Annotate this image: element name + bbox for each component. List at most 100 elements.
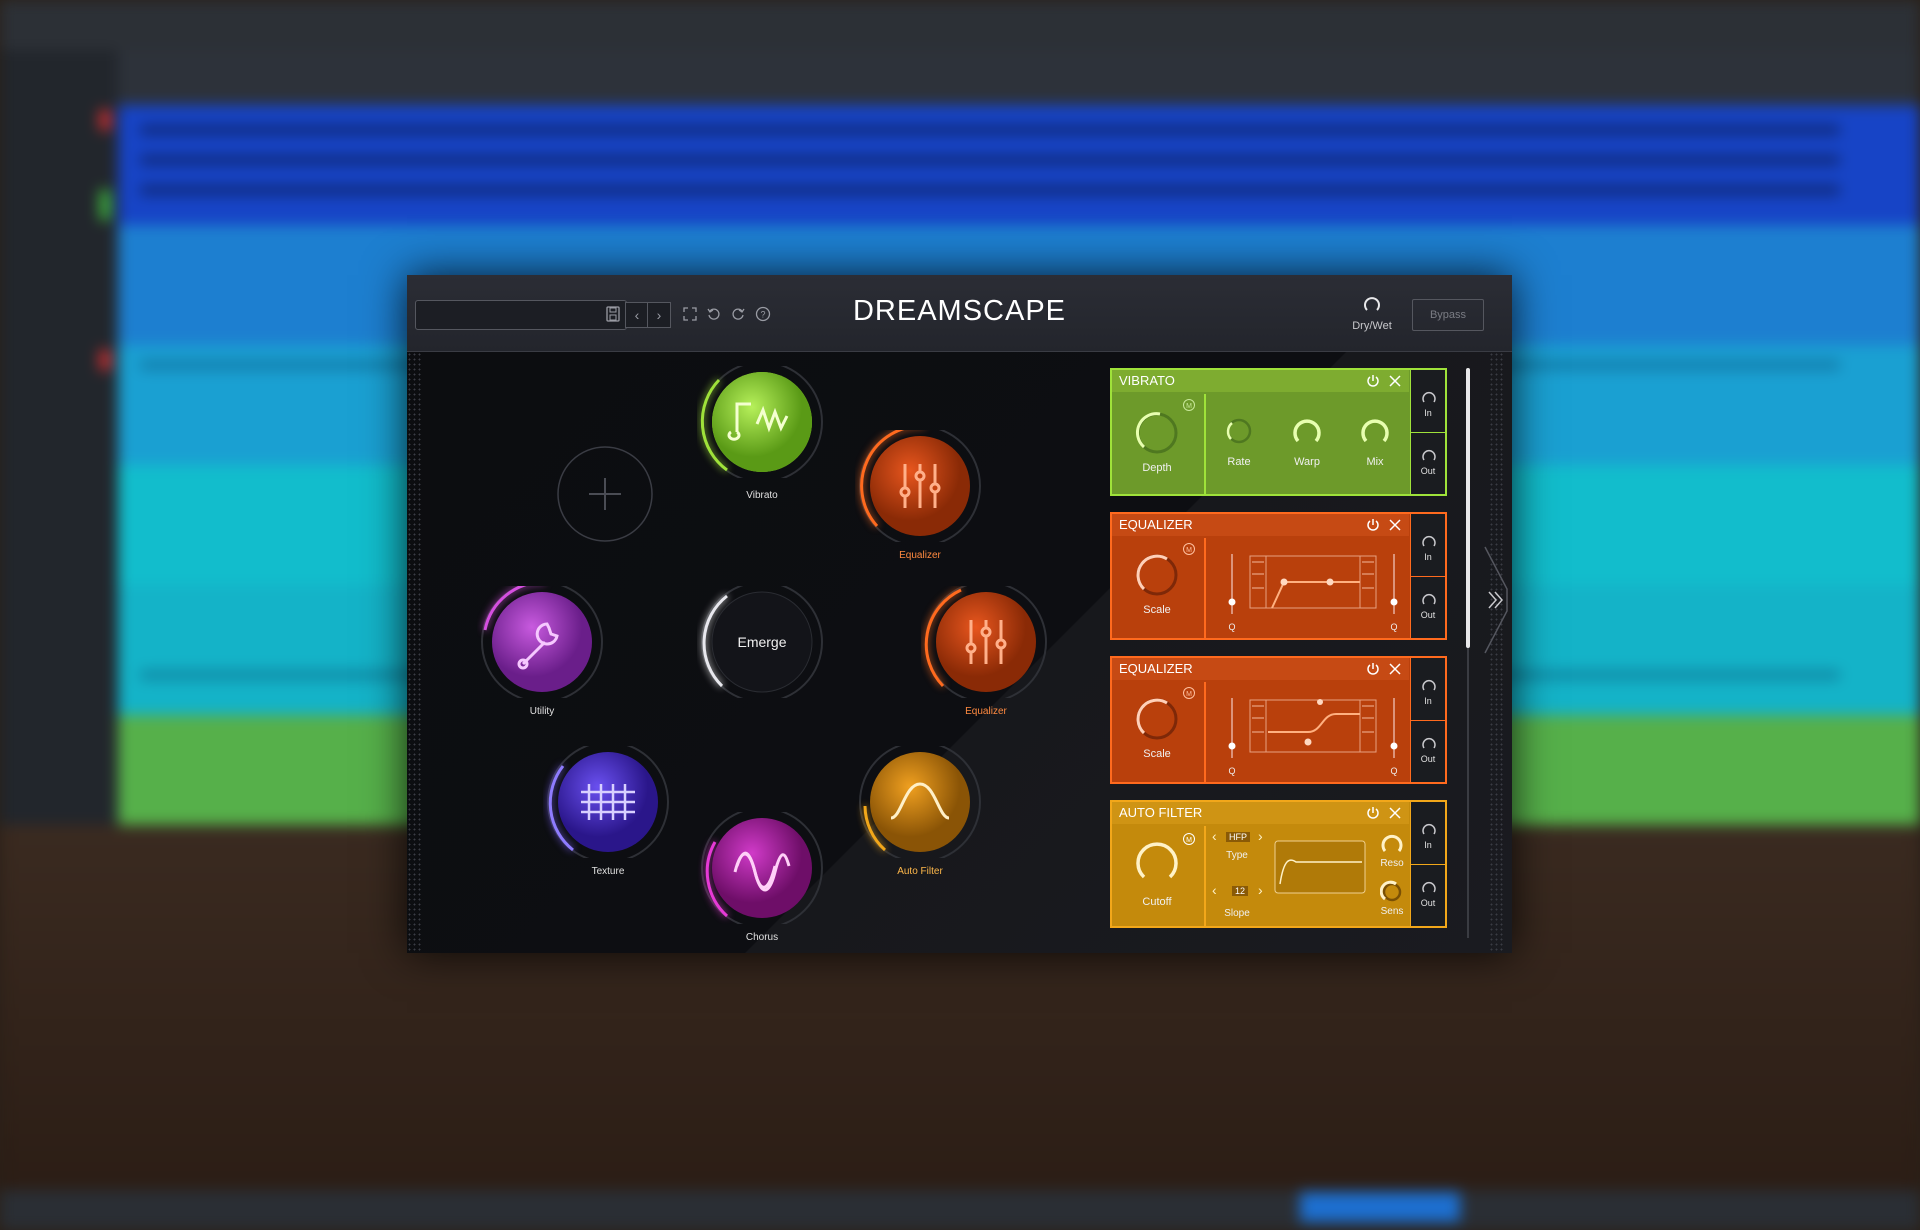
panel-io-vibrato: In Out	[1410, 370, 1445, 494]
eq-curve-display[interactable]	[1212, 688, 1412, 776]
slope-value: 12	[1232, 886, 1249, 896]
dreamscape-plugin-window: ‹ › ? DREAMSCAPE Dry/Wet Bypass Vibrato …	[407, 275, 1512, 953]
add-module-button[interactable]	[557, 446, 653, 542]
output-gain-knob[interactable]	[1421, 880, 1437, 896]
in-label: In	[1424, 408, 1432, 418]
output-gain-knob[interactable]	[1421, 448, 1437, 464]
depth-knob[interactable]	[1132, 408, 1182, 458]
knob-label-scale: Scale	[1143, 748, 1171, 760]
scale-knob[interactable]	[1132, 694, 1182, 744]
input-gain-knob[interactable]	[1421, 390, 1437, 406]
panel-auto-filter: AUTO FILTER Cutoff M ‹ HFP › Type ‹ 12 ›…	[1110, 800, 1447, 928]
out-label: Out	[1420, 754, 1436, 764]
q-label-left: Q	[1228, 622, 1236, 632]
eq-curve-display[interactable]	[1212, 544, 1412, 632]
toolbar: ‹ › ? DREAMSCAPE Dry/Wet Bypass	[407, 275, 1512, 352]
panel-header-auto-filter: AUTO FILTER	[1112, 802, 1409, 824]
panel-vibrato: VIBRATO Depth M Rate Warp Mix In Out	[1110, 368, 1447, 496]
sens-knob[interactable]	[1380, 880, 1404, 904]
out-label: Out	[1420, 610, 1436, 620]
panel-body-auto-filter: Cutoff M ‹ HFP › Type ‹ 12 › Slope Reso …	[1112, 826, 1409, 926]
panel-title-equalizer-2: EQUALIZER	[1119, 661, 1193, 676]
collapse-panel-button[interactable]	[1483, 545, 1509, 655]
m-badge-icon: M	[1183, 687, 1195, 699]
panel-equalizer-1: EQUALIZER Scale M Q Q In Out	[1110, 512, 1447, 640]
chevron-left-icon[interactable]: ‹	[1212, 882, 1217, 898]
scrollbar-thumb[interactable]	[1466, 368, 1470, 648]
power-icon[interactable]	[1365, 517, 1381, 540]
panel-header-equalizer-2: EQUALIZER	[1112, 658, 1409, 680]
module-canvas: Vibrato Equalizer Utility Emerge Equaliz…	[407, 352, 1512, 953]
input-gain-knob[interactable]	[1421, 678, 1437, 694]
filter-type-value: HFP	[1226, 832, 1250, 842]
divider	[1411, 432, 1445, 433]
module-auto-filter[interactable]: Auto Filter	[855, 741, 985, 877]
m-badge-icon: M	[1183, 833, 1195, 845]
divider	[1204, 394, 1206, 494]
module-vibrato[interactable]: Vibrato	[697, 361, 827, 501]
module-equalizer-1[interactable]: Equalizer	[855, 424, 985, 561]
module-equalizer-2[interactable]: Equalizer	[921, 581, 1051, 717]
power-icon[interactable]	[1365, 373, 1381, 396]
chevron-right-icon[interactable]: ›	[1258, 882, 1263, 898]
close-icon[interactable]	[1387, 517, 1403, 540]
rate-knob[interactable]	[1224, 416, 1254, 446]
module-chorus[interactable]: Chorus	[697, 807, 827, 943]
close-icon[interactable]	[1387, 373, 1403, 396]
dry-wet-control[interactable]: Dry/Wet	[1337, 295, 1407, 332]
panel-title-equalizer-1: EQUALIZER	[1119, 517, 1193, 532]
input-gain-knob[interactable]	[1421, 534, 1437, 550]
emerge-macro-knob[interactable]: Emerge	[697, 581, 827, 703]
divider	[1411, 576, 1445, 577]
chevron-right-icon[interactable]: ›	[1258, 828, 1263, 844]
panel-body-equalizer-2: Scale M Q Q	[1112, 682, 1409, 782]
out-label: Out	[1420, 466, 1436, 476]
svg-text:M: M	[1186, 547, 1192, 554]
panel-body-equalizer-1: Scale M Q Q	[1112, 538, 1409, 638]
panel-equalizer-2: EQUALIZER Scale M Q Q In Out	[1110, 656, 1447, 784]
panel-title-vibrato: VIBRATO	[1119, 373, 1175, 388]
warp-knob[interactable]	[1290, 414, 1324, 448]
double-chevron-right-icon	[1488, 591, 1503, 609]
module-texture[interactable]: Texture	[543, 741, 673, 877]
knob-label-cutoff: Cutoff	[1142, 896, 1172, 908]
module-label-auto-filter: Auto Filter	[897, 866, 943, 877]
bypass-button[interactable]: Bypass	[1412, 299, 1484, 331]
panel-body-vibrato: Depth M Rate Warp Mix	[1112, 394, 1409, 494]
knob-label-warp: Warp	[1294, 456, 1320, 468]
input-gain-knob[interactable]	[1421, 822, 1437, 838]
reso-knob[interactable]	[1380, 832, 1404, 856]
close-icon[interactable]	[1387, 805, 1403, 828]
dry-wet-knob[interactable]	[1362, 295, 1382, 315]
divider	[1411, 720, 1445, 721]
module-label-texture: Texture	[591, 866, 625, 877]
mix-knob[interactable]	[1358, 414, 1392, 448]
type-label: Type	[1226, 850, 1248, 861]
cutoff-knob[interactable]	[1132, 838, 1182, 888]
slope-label: Slope	[1224, 908, 1250, 919]
panel-io-equalizer-2: In Out	[1410, 658, 1445, 782]
filter-response-display[interactable]	[1274, 840, 1366, 894]
panel-header-vibrato: VIBRATO	[1112, 370, 1409, 392]
emerge-label: Emerge	[737, 634, 787, 650]
output-gain-knob[interactable]	[1421, 592, 1437, 608]
chevron-left-icon[interactable]: ‹	[1212, 828, 1217, 844]
in-label: In	[1424, 840, 1432, 850]
output-gain-knob[interactable]	[1421, 736, 1437, 752]
in-label: In	[1424, 552, 1432, 562]
power-icon[interactable]	[1365, 661, 1381, 684]
module-label-equalizer-1: Equalizer	[899, 550, 941, 561]
knob-label-rate: Rate	[1227, 456, 1251, 468]
in-label: In	[1424, 696, 1432, 706]
panel-header-equalizer-1: EQUALIZER	[1112, 514, 1409, 536]
power-icon[interactable]	[1365, 805, 1381, 828]
close-icon[interactable]	[1387, 661, 1403, 684]
module-label-equalizer-2: Equalizer	[965, 706, 1007, 717]
out-label: Out	[1420, 898, 1436, 908]
dry-wet-label: Dry/Wet	[1352, 320, 1392, 332]
panel-io-equalizer-1: In Out	[1410, 514, 1445, 638]
module-utility[interactable]: Utility	[477, 580, 607, 717]
plus-icon	[589, 478, 621, 510]
scale-knob[interactable]	[1132, 550, 1182, 600]
divider	[1411, 864, 1445, 865]
